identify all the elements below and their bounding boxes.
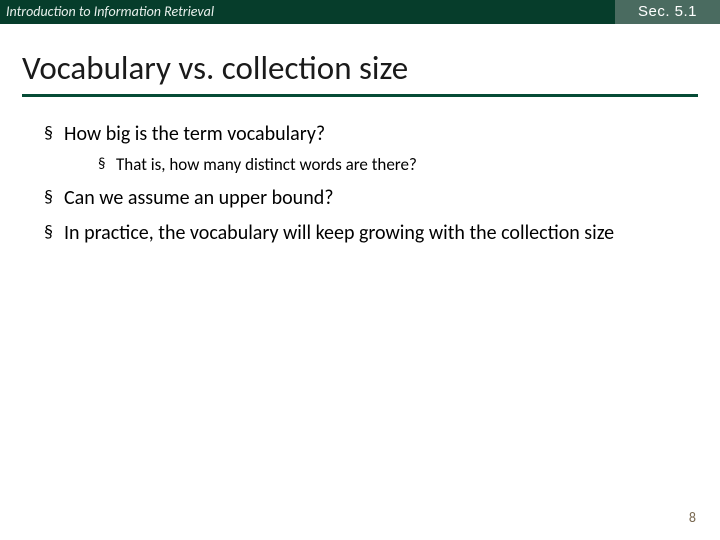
bullet-list: How big is the term vocabulary? That is,… bbox=[30, 121, 690, 247]
header-section-label: Sec. 5.1 bbox=[615, 0, 720, 24]
title-container: Vocabulary vs. collection size bbox=[0, 24, 720, 103]
bullet-text: In practice, the vocabulary will keep gr… bbox=[64, 221, 614, 245]
bullet-text: Can we assume an upper bound? bbox=[64, 186, 333, 210]
slide-header: Introduction to Information Retrieval Se… bbox=[0, 0, 720, 24]
bullet-text: That is, how many distinct words are the… bbox=[116, 154, 417, 175]
sub-bullet-list: That is, how many distinct words are the… bbox=[64, 154, 690, 177]
list-item: How big is the term vocabulary? That is,… bbox=[44, 121, 690, 177]
slide-title: Vocabulary vs. collection size bbox=[22, 48, 698, 97]
bullet-text: How big is the term vocabulary? bbox=[64, 122, 325, 146]
page-number: 8 bbox=[689, 509, 696, 526]
header-course-title: Introduction to Information Retrieval bbox=[0, 0, 615, 24]
slide-content: How big is the term vocabulary? That is,… bbox=[0, 103, 720, 247]
list-item: Can we assume an upper bound? bbox=[44, 185, 690, 212]
list-item: That is, how many distinct words are the… bbox=[98, 154, 690, 177]
list-item: In practice, the vocabulary will keep gr… bbox=[44, 220, 690, 247]
